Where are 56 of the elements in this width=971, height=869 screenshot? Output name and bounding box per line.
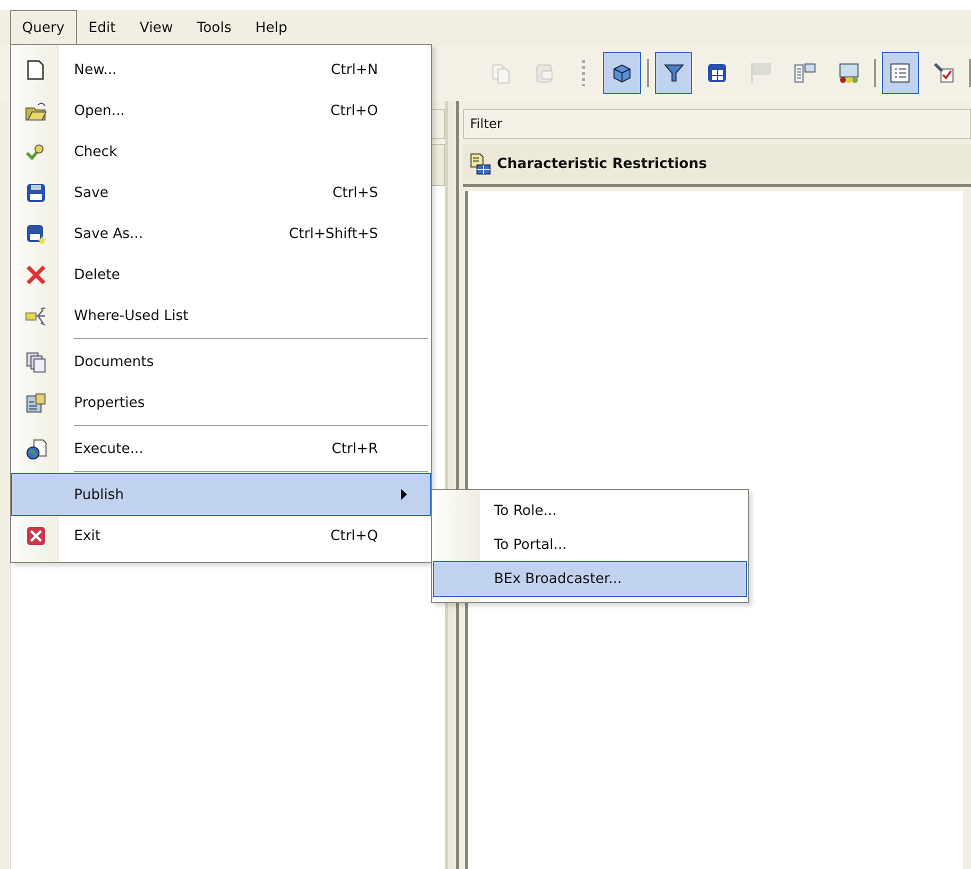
- menu-item[interactable]: Where-Used List: [12, 295, 430, 341]
- menu-item-label: Properties: [73, 394, 146, 410]
- menu-item-label: New...: [73, 62, 118, 78]
- documents-icon: [25, 350, 47, 372]
- menu-item[interactable]: Open... Ctrl+O: [12, 90, 430, 131]
- toolbar-button[interactable]: [603, 52, 641, 94]
- menu-item-label: Open...: [73, 102, 126, 118]
- shortcut-label: Ctrl+R: [332, 440, 378, 456]
- menu-item-label: Save As...: [73, 226, 144, 242]
- menu-item-label: Exit: [73, 528, 102, 544]
- menu-item-label: Execute...: [73, 440, 144, 456]
- folder-icon: [25, 100, 47, 122]
- menu-item[interactable]: Save Ctrl+S: [12, 172, 430, 213]
- menu-item-label: Publish: [73, 486, 125, 502]
- shortcut-label: Ctrl+Q: [330, 528, 378, 544]
- menu-item[interactable]: To Portal...: [434, 528, 746, 562]
- panel-title: Filter: [470, 116, 502, 132]
- menu-item-label: Delete: [73, 266, 121, 282]
- menu-item[interactable]: Exit Ctrl+Q: [12, 515, 430, 556]
- menu-item[interactable]: BEx Broadcaster...: [434, 562, 746, 596]
- menu-item[interactable]: Save As... Ctrl+Shift+S: [12, 213, 430, 254]
- shortcut-label: Ctrl+Shift+S: [288, 226, 378, 242]
- submenu-arrow-icon: [401, 489, 407, 500]
- menu-item[interactable]: Check: [12, 131, 430, 172]
- save-as-icon: [25, 222, 47, 244]
- toolbar-button[interactable]: [654, 52, 692, 94]
- menu-item-label: Save: [73, 184, 110, 200]
- section-title: Characteristic Restrictions: [497, 156, 707, 172]
- menu-item[interactable]: Documents: [12, 341, 430, 382]
- page-icon: [25, 58, 47, 80]
- menu-title[interactable]: Query: [10, 10, 77, 45]
- menu-item[interactable]: Publish: [12, 474, 430, 515]
- exit-icon: [25, 524, 47, 546]
- menu-title[interactable]: Tools: [184, 10, 244, 45]
- menu-item[interactable]: Delete: [12, 254, 430, 295]
- globe-icon: [25, 438, 47, 460]
- menu-item-label: Where-Used List: [73, 308, 190, 324]
- delete-icon: [25, 264, 47, 286]
- menu-item[interactable]: New... Ctrl+N: [12, 49, 430, 90]
- menu-item-label: Check: [73, 144, 118, 160]
- properties-icon: [25, 392, 47, 414]
- shortcut-label: Ctrl+N: [330, 62, 378, 78]
- menu-item-label: Documents: [73, 354, 155, 370]
- menu-title[interactable]: View: [128, 10, 185, 45]
- menu-item[interactable]: Execute... Ctrl+R: [12, 428, 430, 474]
- grip-icon: [582, 60, 586, 86]
- menu-item[interactable]: To Role...: [434, 494, 746, 528]
- arrows-icon: [25, 304, 47, 326]
- shortcut-label: Ctrl+S: [332, 184, 378, 200]
- shortcut-label: Ctrl+O: [330, 102, 378, 118]
- menu-title[interactable]: Edit: [76, 10, 128, 45]
- toolbar-button[interactable]: [882, 52, 920, 94]
- document-table-icon: [469, 153, 491, 175]
- menu-item[interactable]: Properties: [12, 382, 430, 428]
- menu-title[interactable]: Help: [243, 10, 300, 45]
- save-icon: [25, 182, 47, 204]
